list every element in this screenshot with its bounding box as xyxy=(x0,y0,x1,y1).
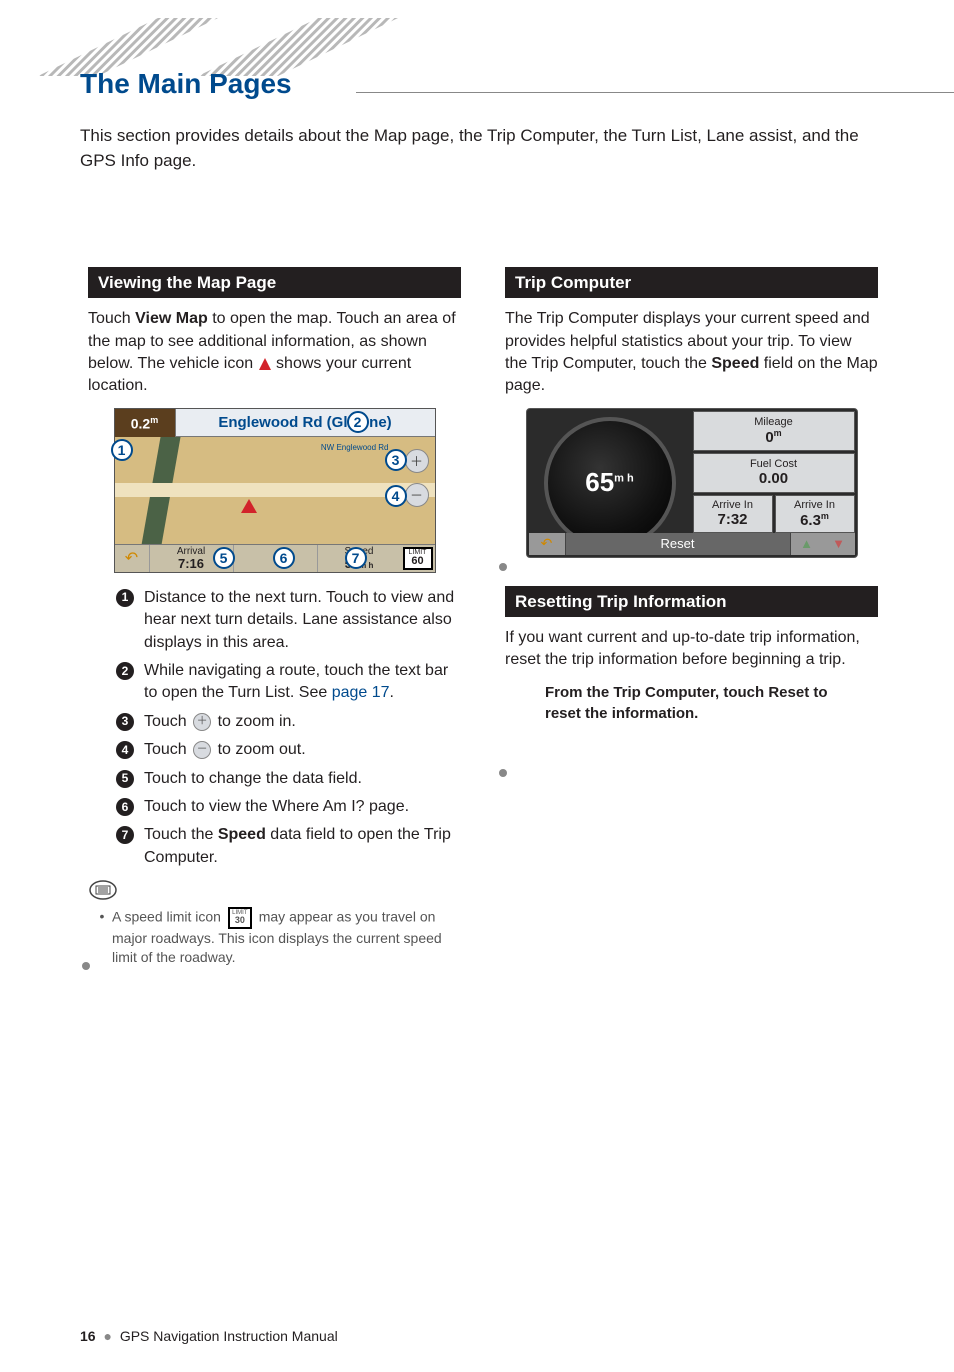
intro-paragraph: This section provides details about the … xyxy=(80,124,874,173)
left-paragraph: Touch View Map to open the map. Touch an… xyxy=(88,308,461,398)
vehicle-icon xyxy=(241,499,257,513)
speed-limit-sign: LIMIT 60 xyxy=(403,547,433,570)
map-street-bar[interactable]: Englewood Rd (Glad ne) xyxy=(175,409,435,437)
gauge-unit: m h xyxy=(614,473,634,485)
callout-5: 5 xyxy=(213,547,235,569)
header-rule xyxy=(356,92,954,93)
arrive-time-field[interactable]: Arrive In 7:32 xyxy=(693,495,773,533)
zoom-in-icon: ＋ xyxy=(193,713,211,731)
item-badge: 7 xyxy=(116,826,134,844)
mileage-field[interactable]: Mileage 0m xyxy=(693,411,855,451)
callout-1: 1 xyxy=(111,439,133,461)
zoom-out-icon: － xyxy=(193,741,211,759)
map-substreet: NW Englewood Rd xyxy=(321,443,389,452)
arrive-time: 7:32 xyxy=(717,511,747,528)
note-icon xyxy=(88,879,118,901)
map-distance-field[interactable]: 0.2m xyxy=(115,409,175,437)
trip-computer-screenshot: 65m h Mileage 0m Fuel Cost 0.00 Arrive I… xyxy=(526,408,858,558)
page-header: The Main Pages xyxy=(0,18,954,118)
page-number: 16 xyxy=(80,1328,96,1344)
left-column: Viewing the Map Page Touch View Map to o… xyxy=(88,267,461,968)
tip-text: A speed limit icon LIMIT30 may appear as… xyxy=(112,907,461,968)
reset-instruction: From the Trip Computer, touch Reset to r… xyxy=(545,682,858,724)
item-badge: 3 xyxy=(116,713,134,731)
list-item: 7 Touch the Speed data field to open the … xyxy=(116,824,461,869)
limit-value: 60 xyxy=(405,556,431,567)
item-badge: 2 xyxy=(116,662,134,680)
text: Touch xyxy=(88,310,135,327)
mileage-value: 0 xyxy=(765,429,773,446)
callout-3: 3 xyxy=(385,449,407,471)
fuel-label: Fuel Cost xyxy=(750,458,797,470)
back-button[interactable]: ↶ xyxy=(115,545,149,572)
section-title-resetting: Resetting Trip Information xyxy=(505,586,878,617)
right-column: Trip Computer The Trip Computer displays… xyxy=(505,267,878,968)
item-text: Touch to view the Where Am I? page. xyxy=(144,796,461,818)
arrive-dist-field[interactable]: Arrive In 6.3m xyxy=(775,495,855,533)
arrive-dist: 6.3 xyxy=(800,512,821,529)
item-badge: 4 xyxy=(116,741,134,759)
footer-title: GPS Navigation Instruction Manual xyxy=(120,1328,338,1344)
page-17-link[interactable]: page 17 xyxy=(332,684,390,701)
speed-bold: Speed xyxy=(711,355,759,372)
section-end-dot xyxy=(499,769,507,777)
item-text: Touch － to zoom out. xyxy=(144,739,461,761)
zoom-out-button[interactable]: － xyxy=(405,483,429,507)
section-title-viewing-map: Viewing the Map Page xyxy=(88,267,461,298)
item-text: While navigating a route, touch the text… xyxy=(144,660,461,705)
callout-6: 6 xyxy=(273,547,295,569)
map-top-bar: 0.2m Englewood Rd (Glad ne) xyxy=(115,409,435,437)
down-arrow-button[interactable]: ▼ xyxy=(823,536,855,551)
map-screenshot: 0.2m Englewood Rd (Glad ne) NW Englewood… xyxy=(114,408,436,573)
list-item: 4 Touch － to zoom out. xyxy=(116,739,461,761)
view-map-bold: View Map xyxy=(135,310,208,327)
reset-button[interactable]: Reset xyxy=(565,533,791,555)
vehicle-icon xyxy=(258,357,272,371)
item-text: Touch ＋ to zoom in. xyxy=(144,711,461,733)
distance-unit: m xyxy=(150,415,158,425)
up-arrow-button[interactable]: ▲ xyxy=(791,536,823,551)
item-text: Distance to the next turn. Touch to view… xyxy=(144,587,461,654)
bullet: • xyxy=(98,907,106,968)
item-text: Touch the Speed data field to open the T… xyxy=(144,824,461,869)
item-badge: 5 xyxy=(116,770,134,788)
trip-bottom-bar: ↶ Reset ▲ ▼ xyxy=(529,533,855,555)
section-end-dot xyxy=(82,962,90,970)
arrive-label2: Arrive In xyxy=(794,499,835,511)
speed-bold: Speed xyxy=(218,826,266,843)
arrive-dist-unit: m xyxy=(821,511,829,521)
back-button[interactable]: ↶ xyxy=(529,535,565,552)
callout-7: 7 xyxy=(345,547,367,569)
tip-block: • A speed limit icon LIMIT30 may appear … xyxy=(88,879,461,968)
list-item: 5 Touch to change the data field. xyxy=(116,768,461,790)
list-item: 6 Touch to view the Where Am I? page. xyxy=(116,796,461,818)
mileage-label: Mileage xyxy=(754,416,793,428)
list-item: 2 While navigating a route, touch the tex… xyxy=(116,660,461,705)
right-paragraph-2: If you want current and up-to-date trip … xyxy=(505,627,878,672)
fuel-cost-field[interactable]: Fuel Cost 0.00 xyxy=(693,453,855,493)
section-title-trip-computer: Trip Computer xyxy=(505,267,878,298)
item-badge: 6 xyxy=(116,798,134,816)
gauge-speed: 65 xyxy=(585,467,614,497)
zoom-in-button[interactable]: ＋ xyxy=(405,449,429,473)
list-item: 3 Touch ＋ to zoom in. xyxy=(116,711,461,733)
page-footer: 16 ● GPS Navigation Instruction Manual xyxy=(80,1328,338,1344)
page-title: The Main Pages xyxy=(80,68,292,100)
speed-limit-icon: LIMIT30 xyxy=(228,907,252,929)
footer-dot: ● xyxy=(103,1328,111,1344)
arrival-value: 7:16 xyxy=(178,557,204,570)
arrive-label: Arrive In xyxy=(712,499,753,511)
mileage-unit: m xyxy=(774,428,782,438)
callout-list: 1 Distance to the next turn. Touch to vie… xyxy=(116,587,461,869)
list-item: 1 Distance to the next turn. Touch to vie… xyxy=(116,587,461,654)
item-text: Touch to change the data field. xyxy=(144,768,461,790)
callout-2: 2 xyxy=(347,411,369,433)
distance-value: 0.2 xyxy=(131,415,150,431)
fuel-value: 0.00 xyxy=(759,470,788,487)
right-paragraph-1: The Trip Computer displays your current … xyxy=(505,308,878,398)
item-badge: 1 xyxy=(116,589,134,607)
speed-gauge[interactable]: 65m h xyxy=(544,417,676,549)
callout-4: 4 xyxy=(385,485,407,507)
